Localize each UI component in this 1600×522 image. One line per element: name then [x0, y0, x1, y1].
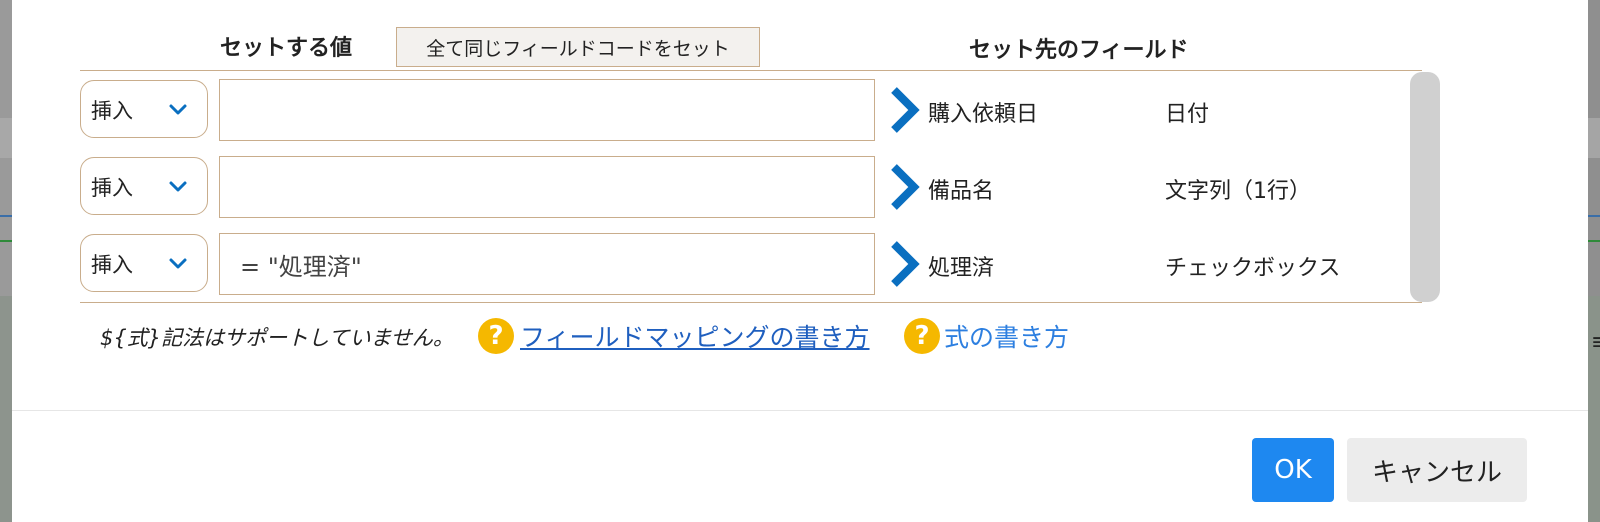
formula-notation-note: ${式}記法はサポートしていません。 [100, 326, 454, 350]
chevron-down-icon [169, 181, 187, 192]
mode-select[interactable]: 挿入 [80, 234, 208, 292]
mapping-row: 挿入 購入依頼日 日付 [80, 79, 1410, 141]
cancel-button[interactable]: キャンセル [1347, 438, 1527, 502]
value-input[interactable]: = "処理済" [219, 233, 875, 295]
mode-select-label: 挿入 [91, 176, 133, 200]
target-field-name: 備品名 [928, 179, 995, 204]
mapping-row: 挿入 = "処理済" 処理済 チェックボックス [80, 233, 1410, 295]
table-top-divider [80, 70, 1422, 71]
help-icon: ? [478, 318, 514, 354]
target-field-type: チェックボックス [1165, 256, 1341, 281]
mapping-list-scrollbar[interactable] [1410, 72, 1440, 302]
background-left-strip [0, 0, 12, 522]
formula-help-link[interactable]: 式の書き方 [944, 318, 1069, 354]
ok-button[interactable]: OK [1252, 438, 1334, 502]
mode-select-label: 挿入 [91, 253, 133, 277]
background-right-strip: ≡ [1588, 0, 1600, 522]
value-input[interactable] [219, 156, 875, 218]
mode-select[interactable]: 挿入 [80, 80, 208, 138]
mode-select-label: 挿入 [91, 99, 133, 123]
chevron-right-icon [891, 87, 920, 133]
value-column-header: セットする値 [220, 36, 353, 61]
mode-select[interactable]: 挿入 [80, 157, 208, 215]
chevron-down-icon [169, 258, 187, 269]
table-bottom-divider [80, 302, 1422, 303]
target-field-type: 日付 [1165, 102, 1210, 127]
set-all-field-codes-button[interactable]: 全て同じフィールドコードをセット [396, 27, 760, 67]
field-mapping-dialog: セットする値 全て同じフィールドコードをセット セット先のフィールド 挿入 購入… [12, 0, 1588, 522]
target-field-name: 購入依頼日 [928, 102, 1039, 127]
chevron-down-icon [169, 104, 187, 115]
mapping-row: 挿入 備品名 文字列（1行） [80, 156, 1410, 218]
chevron-right-icon [891, 241, 920, 287]
target-field-column-header: セット先のフィールド [969, 38, 1189, 63]
chevron-right-icon [891, 164, 920, 210]
target-field-type: 文字列（1行） [1165, 179, 1311, 204]
field-mapping-help-link[interactable]: フィールドマッピングの書き方 [520, 318, 870, 354]
value-input[interactable] [219, 79, 875, 141]
help-icon: ? [904, 318, 940, 354]
footer-divider [12, 410, 1588, 411]
target-field-name: 処理済 [928, 256, 995, 281]
